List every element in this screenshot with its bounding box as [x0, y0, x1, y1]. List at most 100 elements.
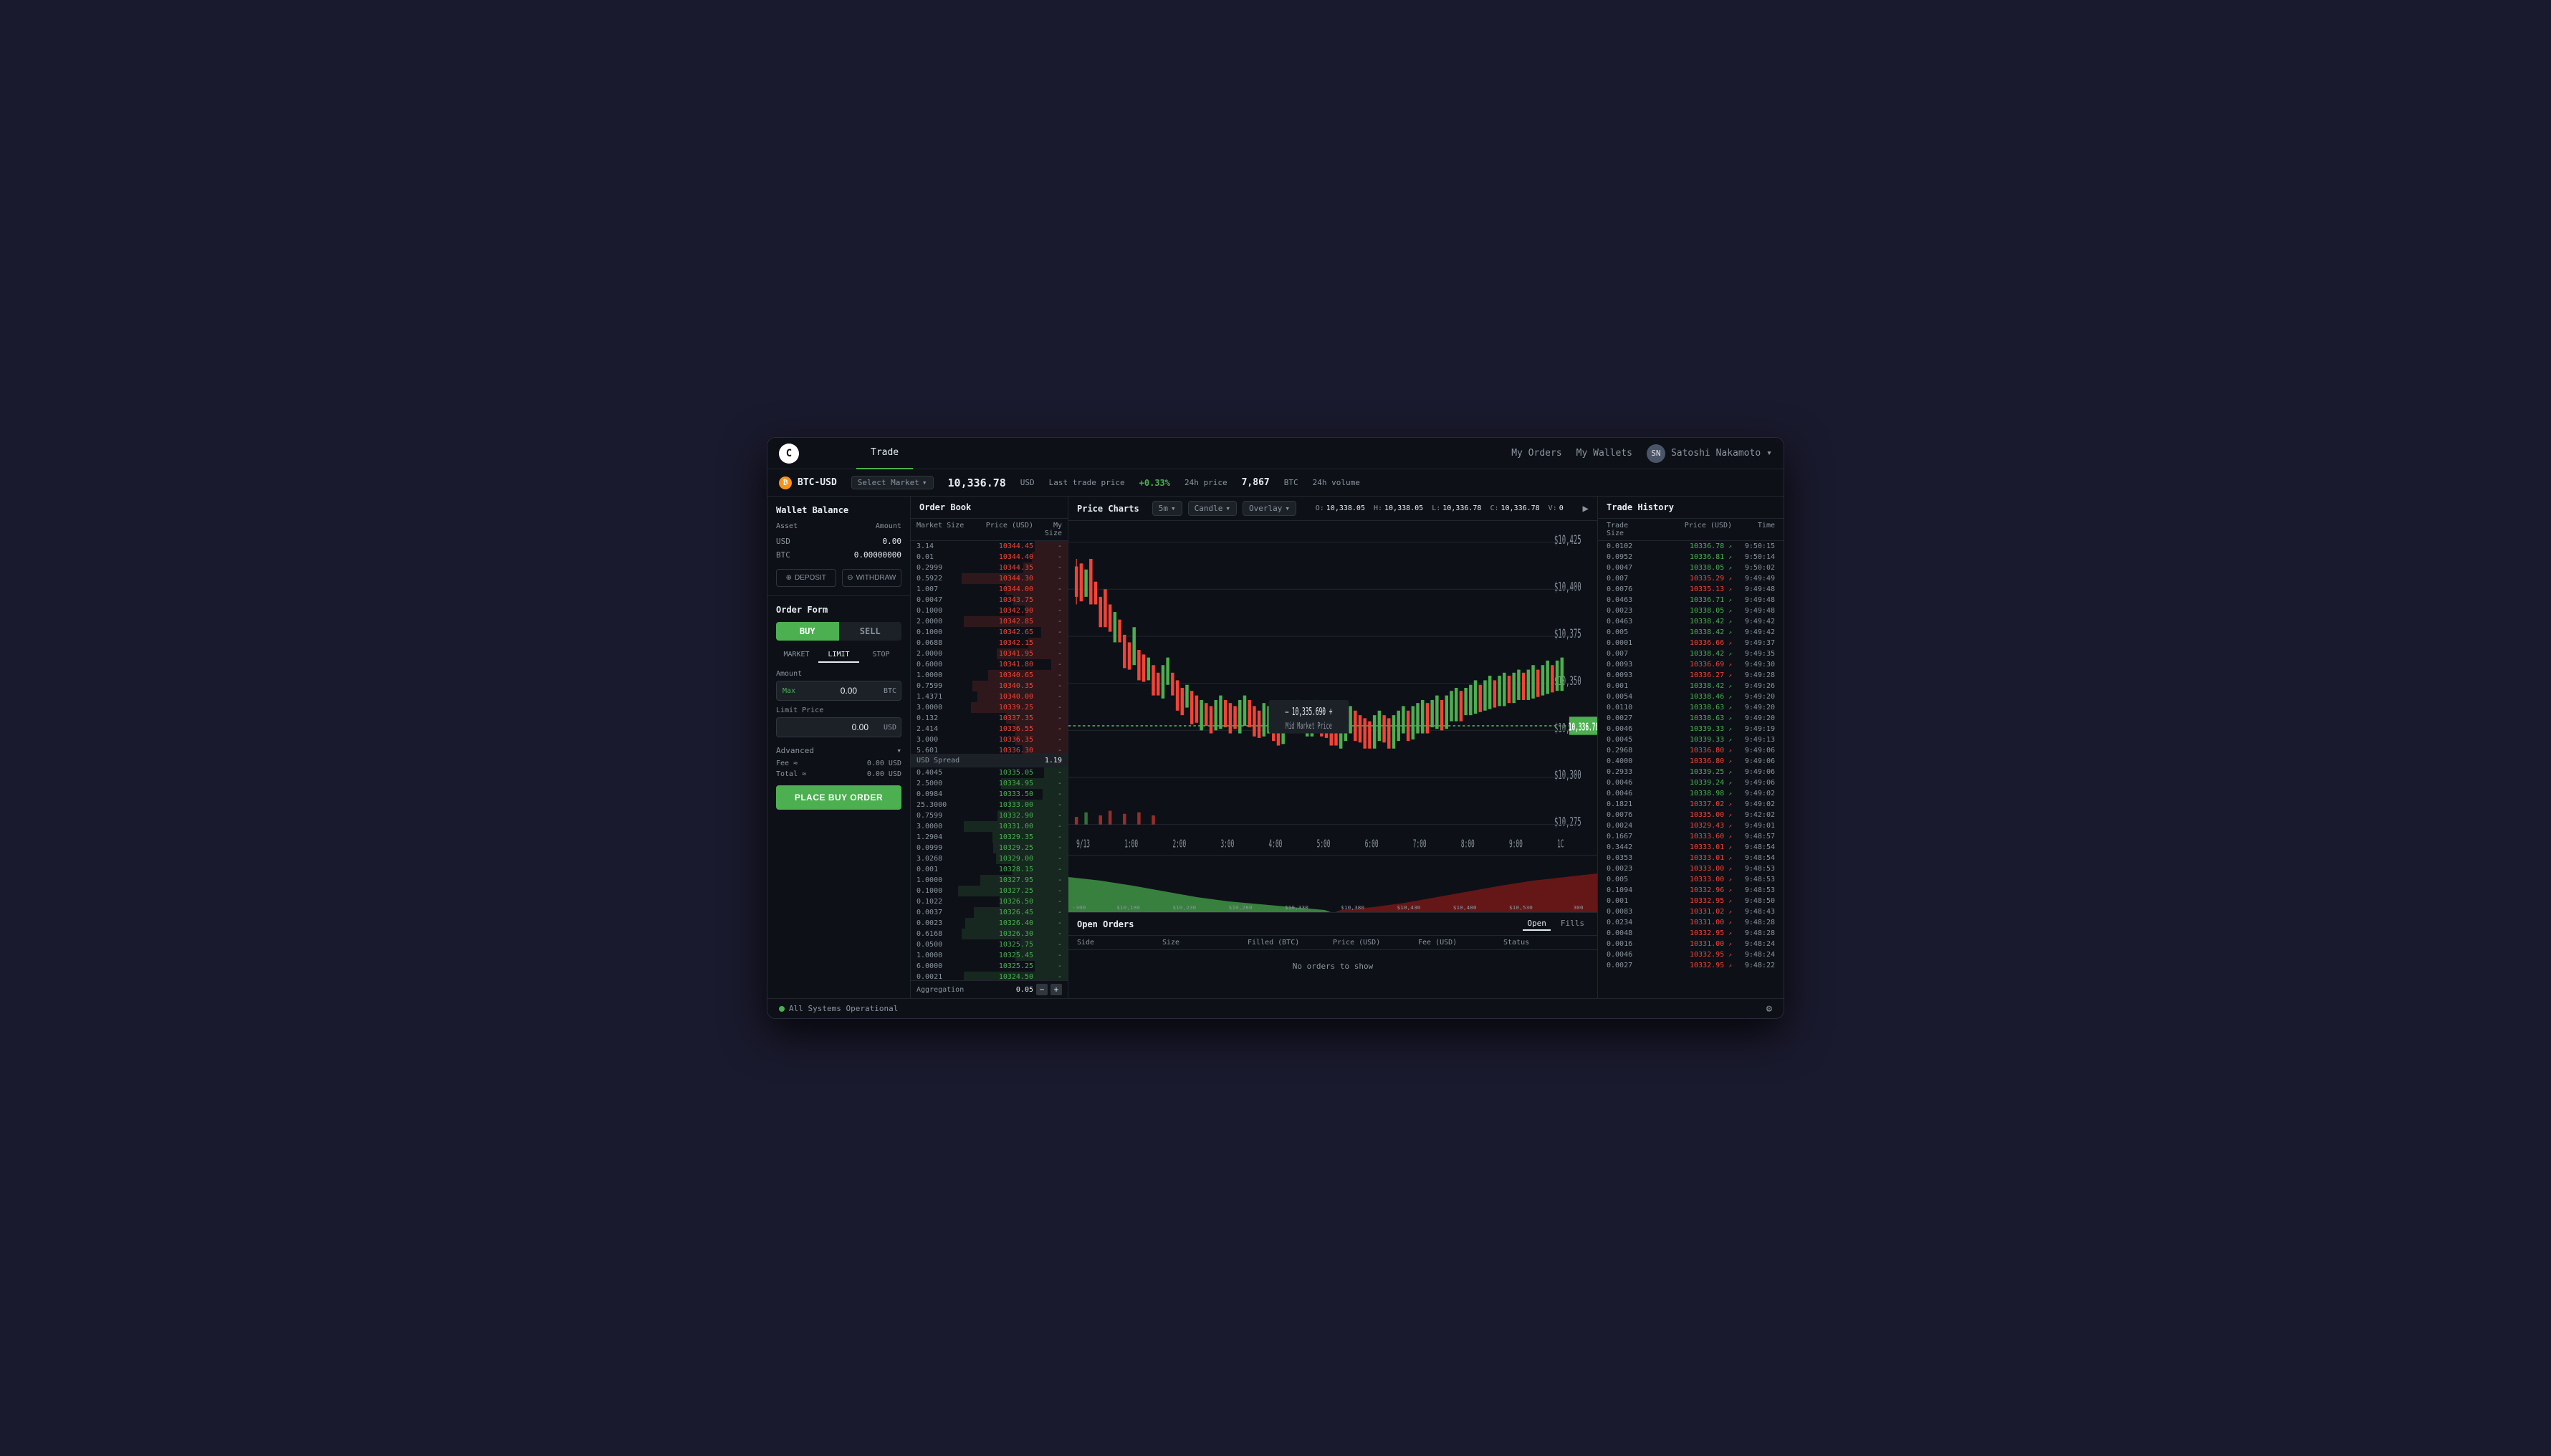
buy-order-row: 0.4045 10335.05 -	[911, 767, 1068, 778]
open-orders-open-tab[interactable]: Open	[1523, 917, 1551, 931]
sell-order-row: 3.14 10344.45 -	[911, 541, 1068, 552]
price-chart-svg: $10,425 $10,400 $10,375 $10,350 $10,325 …	[1068, 521, 1597, 855]
user-menu[interactable]: SN Satoshi Nakamoto ▾	[1647, 444, 1772, 463]
limit-price-input[interactable]	[782, 722, 868, 732]
limit-price-inner	[777, 718, 884, 737]
svg-text:9:00: 9:00	[1509, 838, 1523, 851]
place-buy-order-button[interactable]: PLACE BUY ORDER	[776, 785, 901, 810]
buy-order-row: 0.0500 10325.75 -	[911, 939, 1068, 950]
trade-history-row: 0.0046 10332.95 ↗ 9:48:24	[1598, 949, 1784, 960]
select-market-button[interactable]: Select Market ▾	[851, 476, 934, 489]
stop-order-tab[interactable]: STOP	[861, 648, 901, 663]
sell-tab[interactable]: SELL	[839, 622, 902, 641]
open-orders-header: Open Orders Open Fills	[1068, 913, 1597, 936]
svg-text:$10,230: $10,230	[1172, 904, 1196, 910]
chart-type-selector[interactable]: Candle ▾	[1188, 501, 1237, 516]
limit-price-input-wrapper: USD	[776, 717, 901, 737]
sell-order-row: 3.0000 10339.25 -	[911, 702, 1068, 713]
trade-history-row: 0.0001 10336.66 ↗ 9:49:37	[1598, 638, 1784, 648]
agg-increase-button[interactable]: +	[1050, 984, 1062, 995]
buy-tab[interactable]: BUY	[776, 622, 839, 641]
my-orders-link[interactable]: My Orders	[1511, 448, 1561, 459]
svg-text:$10,430: $10,430	[1397, 904, 1420, 910]
svg-text:Mid Market Price: Mid Market Price	[1286, 722, 1332, 732]
svg-text:$10,180: $10,180	[1116, 904, 1140, 910]
my-wallets-link[interactable]: My Wallets	[1576, 448, 1632, 459]
oo-tabs: Open Fills	[1523, 917, 1589, 931]
wallet-title: Wallet Balance	[776, 505, 901, 515]
svg-text:9/13: 9/13	[1076, 838, 1090, 851]
chart-forward-icon[interactable]: ▶	[1583, 503, 1589, 514]
plus-icon: ⊕	[786, 574, 792, 582]
aggregation-row: Aggregation 0.05 − +	[911, 980, 1068, 998]
svg-text:4:00: 4:00	[1269, 838, 1283, 851]
trade-history-row: 0.001 10338.42 ↗ 9:49:26	[1598, 681, 1784, 691]
agg-decrease-button[interactable]: −	[1036, 984, 1048, 995]
trade-history-row: 0.0023 10338.05 ↗ 9:49:48	[1598, 605, 1784, 616]
max-label[interactable]: Max	[782, 687, 795, 695]
svg-text:$10,375: $10,375	[1554, 627, 1581, 641]
trade-history-row: 0.0952 10336.81 ↗ 9:50:14	[1598, 552, 1784, 562]
trade-history-row: 0.1821 10337.02 ↗ 9:49:02	[1598, 799, 1784, 810]
sell-order-row: 0.6000 10341.80 -	[911, 659, 1068, 670]
total-row: Total ≈ 0.00 USD	[776, 769, 901, 780]
market-order-tab[interactable]: MARKET	[776, 648, 817, 663]
trade-history-row: 0.007 10335.29 ↗ 9:49:49	[1598, 573, 1784, 584]
advanced-toggle[interactable]: Advanced ▾	[776, 743, 901, 758]
username: Satoshi Nakamoto	[1671, 448, 1761, 459]
open-orders-fills-tab[interactable]: Fills	[1556, 917, 1589, 931]
trade-history-row: 0.007 10338.42 ↗ 9:49:35	[1598, 648, 1784, 659]
asset-table: Asset Amount USD 0.00 BTC 0.00000000	[776, 522, 901, 562]
overlay-selector[interactable]: Overlay ▾	[1243, 501, 1296, 516]
center-area: Order Book Market Size Price (USD) My Si…	[911, 497, 1597, 998]
main-layout: Wallet Balance Asset Amount USD 0.00 BTC…	[767, 497, 1784, 998]
svg-text:3:00: 3:00	[1220, 838, 1234, 851]
status-dot	[779, 1006, 785, 1012]
withdraw-button[interactable]: ⊖ WITHDRAW	[842, 569, 902, 587]
depth-chart-svg: -300 $10,180 $10,230 $10,280 $10,330 $10…	[1068, 856, 1597, 912]
market-bar: ₿ BTC-USD Select Market ▾ 10,336.78 USD …	[767, 469, 1784, 497]
buy-order-row: 1.2904 10329.35 -	[911, 832, 1068, 843]
last-price: 10,336.78	[948, 476, 1006, 489]
svg-text:— 10,335.690 +: — 10,335.690 +	[1286, 705, 1333, 718]
change-label: 24h price	[1184, 478, 1227, 487]
trade-history-row: 0.2933 10339.25 ↗ 9:49:06	[1598, 767, 1784, 777]
price-change: +0.33%	[1139, 478, 1170, 488]
sell-order-row: 5.601 10336.30 -	[911, 745, 1068, 754]
buy-order-row: 0.7599 10332.90 -	[911, 810, 1068, 821]
sell-order-row: 0.132 10337.35 -	[911, 713, 1068, 724]
limit-order-tab[interactable]: LIMIT	[818, 648, 859, 663]
trade-history-row: 0.4000 10336.80 ↗ 9:49:06	[1598, 756, 1784, 767]
timeframe-selector[interactable]: 5m ▾	[1152, 501, 1182, 516]
chevron-down-icon: ▾	[1225, 504, 1230, 513]
logo-icon[interactable]: C	[779, 444, 799, 464]
settings-icon[interactable]: ⚙	[1766, 1003, 1772, 1015]
chevron-down-icon: ▾	[1766, 448, 1772, 459]
order-book-title: Order Book	[911, 497, 1068, 519]
svg-text:$10,330: $10,330	[1285, 904, 1308, 910]
nav-right: My Orders My Wallets SN Satoshi Nakamoto…	[1511, 444, 1772, 463]
buy-order-row: 3.0268 10329.00 -	[911, 853, 1068, 864]
ohlcv-display: O:10,338.05 H:10,338.05 L:10,336.78 C:10…	[1316, 504, 1564, 512]
trade-history-row: 0.005 10338.42 ↗ 9:49:42	[1598, 627, 1784, 638]
nav-tab-trade[interactable]: Trade	[856, 438, 913, 469]
trade-history-row: 0.0102 10336.78 ↗ 9:50:15	[1598, 541, 1784, 552]
trade-history-row: 0.2968 10336.80 ↗ 9:49:06	[1598, 745, 1784, 756]
app-window: C Trade My Orders My Wallets SN Satoshi …	[767, 437, 1784, 1019]
buy-order-row: 0.6168 10326.30 -	[911, 929, 1068, 939]
wallet-actions: ⊕ DEPOSIT ⊖ WITHDRAW	[776, 569, 901, 587]
avatar: SN	[1647, 444, 1665, 463]
depth-chart: -300 $10,180 $10,230 $10,280 $10,330 $10…	[1068, 855, 1597, 912]
sell-order-row: 0.1000 10342.65 -	[911, 627, 1068, 638]
status-bar: All Systems Operational ⚙	[767, 998, 1784, 1018]
trade-history-row: 0.0353 10333.01 ↗ 9:48:54	[1598, 853, 1784, 863]
trade-history-row: 0.3442 10333.01 ↗ 9:48:54	[1598, 842, 1784, 853]
deposit-button[interactable]: ⊕ DEPOSIT	[776, 569, 836, 587]
status-indicator: All Systems Operational	[779, 1004, 898, 1013]
trade-history-row: 0.005 10333.00 ↗ 9:48:53	[1598, 874, 1784, 885]
buy-order-row: 1.0000 10325.45 -	[911, 950, 1068, 961]
amount-input[interactable]	[800, 686, 857, 696]
top-nav: C Trade My Orders My Wallets SN Satoshi …	[767, 438, 1784, 469]
pair-name: BTC-USD	[798, 477, 837, 488]
trade-history-row: 0.0024 10329.43 ↗ 9:49:01	[1598, 820, 1784, 831]
